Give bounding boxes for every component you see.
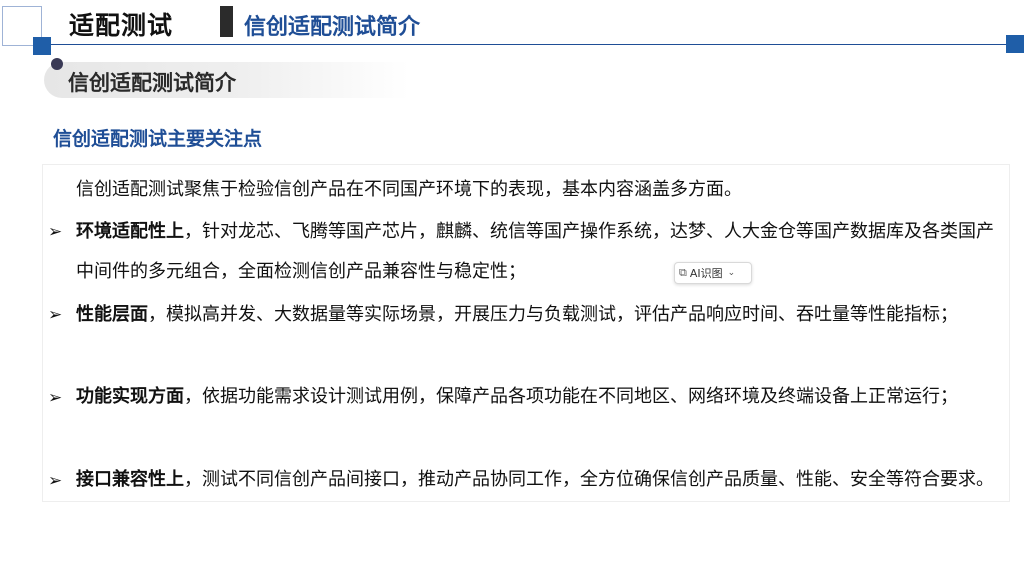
ai-badge-label: AI识图	[689, 267, 723, 280]
bullet-arrow-icon: ➢	[48, 471, 63, 491]
intro-paragraph: 信创适配测试聚焦于检验信创产品在不同国产环境下的表现，基本内容涵盖多方面。	[76, 179, 742, 200]
content-heading: 信创适配测试主要关注点	[53, 128, 263, 150]
ai-recognize-button[interactable]: ⧉ AI识图 ⌄	[674, 262, 752, 284]
section-label: 信创适配测试简介	[68, 71, 236, 95]
bullet-body: ，测试不同信创产品间接口，推动产品协同工作，全方位确保信创产品质量、性能、安全等…	[184, 469, 994, 490]
bullet-body: ，模拟高并发、大数据量等实际场景，开展压力与负载测试，评估产品响应时间、吞吐量等…	[148, 304, 958, 325]
section-dot-icon	[51, 58, 63, 70]
bullet-arrow-icon: ➢	[48, 222, 63, 242]
page-subtitle: 信创适配测试简介	[244, 15, 421, 40]
page-title: 适配测试	[69, 11, 174, 40]
bullet-item: 性能层面，模拟高并发、大数据量等实际场景，开展压力与负载测试，评估产品响应时间、…	[76, 295, 1011, 335]
chevron-down-icon: ⌄	[727, 268, 736, 278]
bullet-body: ，依据功能需求设计测试用例，保障产品各项功能在不同地区、网络环境及终端设备上正常…	[184, 386, 958, 407]
bullet-title: 功能实现方面	[76, 386, 184, 407]
bullet-item: 功能实现方面，依据功能需求设计测试用例，保障产品各项功能在不同地区、网络环境及终…	[76, 377, 1011, 417]
bullet-title: 性能层面	[76, 304, 148, 325]
header-deco-square-left	[33, 37, 51, 55]
bullet-arrow-icon: ➢	[48, 305, 63, 325]
bullet-body: ，针对龙芯、飞腾等国产芯片，麒麟、统信等国产操作系统，达梦、人大金仓等国产数据库…	[76, 221, 994, 282]
bullet-item: 环境适配性上，针对龙芯、飞腾等国产芯片，麒麟、统信等国产操作系统，达梦、人大金仓…	[76, 212, 1011, 292]
bullet-arrow-icon: ➢	[48, 388, 63, 408]
bullet-title: 接口兼容性上	[76, 469, 184, 490]
header-divider-bar	[220, 6, 233, 37]
header-deco-square-right	[1006, 35, 1024, 53]
bullet-item: 接口兼容性上，测试不同信创产品间接口，推动产品协同工作，全方位确保信创产品质量、…	[76, 460, 1011, 500]
bullet-title: 环境适配性上	[76, 221, 184, 242]
ai-scan-icon: ⧉	[679, 266, 687, 279]
header-rule	[51, 44, 1008, 45]
